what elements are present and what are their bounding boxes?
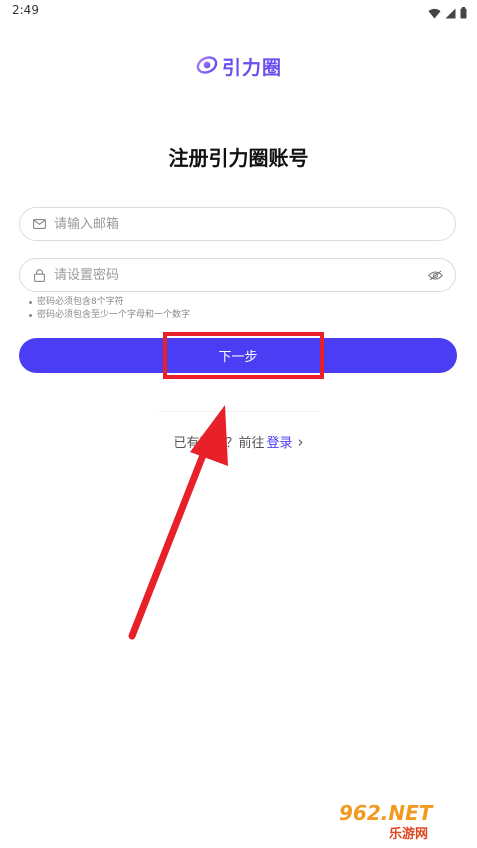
signal-icon (445, 4, 456, 23)
email-field[interactable] (19, 207, 456, 241)
bullet-icon (29, 314, 32, 317)
highlight-box (163, 332, 324, 379)
password-hints: 密码必须包含8个字符 密码必须包含至少一个字母和一个数字 (29, 296, 190, 322)
hint-text: 密码必须包含8个字符 (37, 297, 124, 307)
hint-item: 密码必须包含8个字符 (29, 296, 190, 309)
status-bar: 2:49 (0, 0, 477, 22)
logo-text: 引力圈 (222, 57, 283, 79)
login-prompt: 已有账号？前往 (173, 436, 265, 451)
email-input[interactable] (52, 208, 455, 240)
divider (158, 411, 318, 412)
password-input[interactable] (52, 259, 427, 291)
logo-icon (196, 54, 218, 80)
hint-text: 密码必须包含至少一个字母和一个数字 (37, 310, 191, 320)
watermark-bottom: 乐游网 (389, 826, 428, 842)
mail-icon (32, 217, 46, 231)
bullet-icon (29, 301, 32, 304)
login-row: 已有账号？前往 登录 › (0, 432, 477, 452)
app-logo: 引力圈 (196, 53, 282, 80)
hint-item: 密码必须包含至少一个字母和一个数字 (29, 309, 190, 322)
watermark-logo: 962.NET 乐游网 (333, 798, 469, 844)
lock-icon (32, 268, 46, 282)
battery-icon (460, 4, 467, 23)
annotation-arrow (128, 405, 228, 640)
password-field[interactable] (19, 258, 456, 292)
chevron-right-icon[interactable]: › (298, 433, 304, 451)
login-link[interactable]: 登录 (267, 432, 293, 451)
page-title: 注册引力圈账号 (168, 146, 309, 170)
wifi-icon (428, 4, 441, 23)
status-icons (428, 4, 467, 23)
watermark-top: 962.NET (339, 801, 434, 825)
status-time: 2:49 (12, 3, 39, 17)
eye-off-icon[interactable] (427, 267, 443, 283)
